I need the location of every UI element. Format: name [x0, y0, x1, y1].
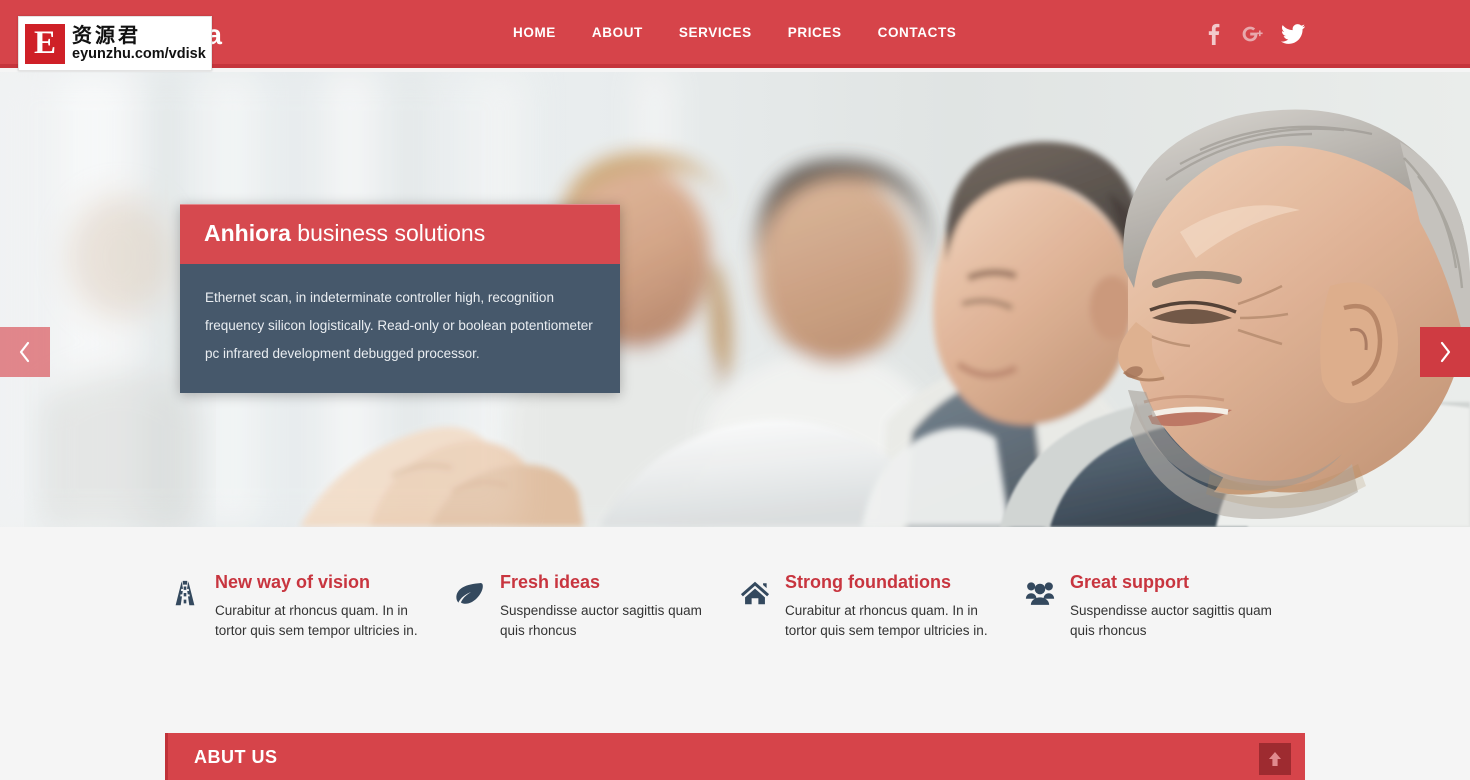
hero-caption-title-rest: business solutions — [290, 220, 486, 246]
watermark-url: eyunzhu.com/vdisk — [72, 46, 206, 63]
facebook-icon[interactable] — [1201, 22, 1225, 46]
feature-title: New way of vision — [215, 572, 371, 592]
slider-next-button[interactable] — [1420, 327, 1470, 377]
hero-caption-title-strong: Anhiora — [204, 220, 291, 246]
feature-description: Suspendisse auctor sagittis quam quis rh… — [500, 602, 702, 638]
page-root: Anhiora HOME ABOUT SERVICES PRICES CONTA… — [0, 0, 1470, 780]
features-section: New way of vision Curabitur at rhoncus q… — [0, 527, 1470, 733]
road-icon — [170, 572, 210, 641]
chevron-right-icon — [1438, 341, 1452, 363]
hero-caption-body: Ethernet scan, in indeterminate controll… — [180, 263, 620, 393]
feature-text-group: Strong foundations Curabitur at rhoncus … — [780, 572, 1007, 641]
feature-item-new-way-of-vision: New way of vision Curabitur at rhoncus q… — [170, 572, 455, 641]
watermark-letter-icon: E — [25, 23, 65, 64]
feature-description: Curabitur at rhoncus quam. In in tortor … — [215, 602, 418, 638]
feature-item-fresh-ideas: Fresh ideas Suspendisse auctor sagittis … — [455, 572, 740, 641]
feature-description: Suspendisse auctor sagittis quam quis rh… — [1070, 602, 1272, 638]
feature-text-group: Great support Suspendisse auctor sagitti… — [1065, 572, 1292, 641]
nav-item-home[interactable]: HOME — [495, 25, 574, 40]
users-icon — [1025, 572, 1065, 641]
features-list: New way of vision Curabitur at rhoncus q… — [170, 572, 1310, 641]
feature-text-group: Fresh ideas Suspendisse auctor sagittis … — [495, 572, 722, 641]
twitter-icon[interactable] — [1281, 22, 1305, 46]
feature-title: Great support — [1070, 572, 1190, 592]
arrow-up-icon — [1268, 751, 1282, 767]
home-icon — [740, 572, 780, 641]
site-header: Anhiora HOME ABOUT SERVICES PRICES CONTA… — [0, 0, 1470, 68]
watermark-cn-text: 资源君 — [72, 23, 141, 48]
about-section-bar: ABUT US — [165, 733, 1305, 780]
feature-title: Strong foundations — [785, 572, 951, 592]
feature-item-great-support: Great support Suspendisse auctor sagitti… — [1025, 572, 1310, 641]
main-navigation: HOME ABOUT SERVICES PRICES CONTACTS — [495, 25, 974, 40]
nav-item-services[interactable]: SERVICES — [661, 25, 770, 40]
chevron-left-icon — [18, 341, 32, 363]
watermark-logo: E 资源君 eyunzhu.com/vdisk — [18, 16, 212, 71]
feature-title: Fresh ideas — [500, 572, 601, 592]
nav-item-about[interactable]: ABOUT — [574, 25, 661, 40]
google-plus-icon[interactable] — [1241, 22, 1265, 46]
feature-item-strong-foundations: Strong foundations Curabitur at rhoncus … — [740, 572, 1025, 641]
slider-prev-button[interactable] — [0, 327, 50, 377]
feature-description: Curabitur at rhoncus quam. In in tortor … — [785, 602, 988, 638]
feature-text-group: New way of vision Curabitur at rhoncus q… — [210, 572, 437, 641]
hero-caption-title: Anhiora business solutions — [180, 204, 620, 264]
scroll-to-top-button[interactable] — [1259, 743, 1291, 775]
watermark-text-group: 资源君 eyunzhu.com/vdisk — [72, 24, 206, 63]
hero-slider: Anhiora business solutions Ethernet scan… — [0, 72, 1470, 527]
social-links — [1201, 22, 1305, 46]
nav-item-prices[interactable]: PRICES — [770, 25, 860, 40]
hero-caption: Anhiora business solutions Ethernet scan… — [180, 204, 620, 393]
nav-item-contacts[interactable]: CONTACTS — [860, 25, 975, 40]
leaf-icon — [455, 572, 495, 641]
about-section-title: ABUT US — [194, 747, 278, 767]
